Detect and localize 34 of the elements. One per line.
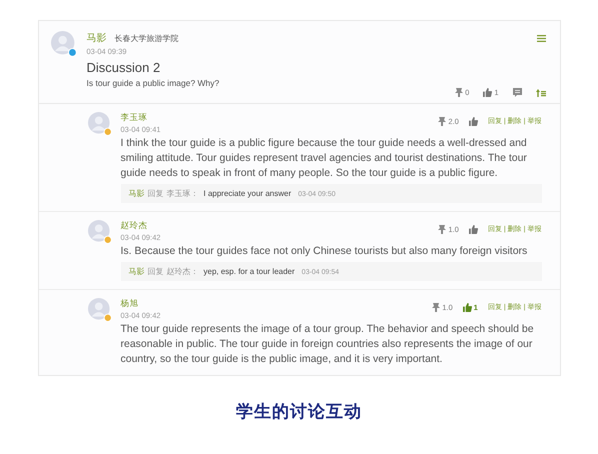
avatar bbox=[88, 112, 112, 136]
caption: 学生的讨论互动 bbox=[236, 401, 362, 423]
pin-icon bbox=[438, 116, 446, 126]
reply-target: 李玉琢： bbox=[166, 188, 198, 199]
reply-text: Is. Because the tour guides face not only Chinese tourists but also many foreign visitors bbox=[120, 244, 528, 259]
avatar bbox=[88, 220, 112, 244]
author-name[interactable]: 马影 bbox=[86, 31, 106, 45]
pin-icon bbox=[455, 88, 464, 97]
pin-icon bbox=[438, 224, 446, 234]
post-title: Discussion 2 bbox=[86, 60, 162, 75]
menu-icon[interactable] bbox=[536, 34, 546, 42]
thumbs-up-icon[interactable] bbox=[468, 224, 478, 234]
commenter-name[interactable]: 马影 bbox=[128, 188, 144, 199]
pin-icon bbox=[432, 302, 440, 312]
reply-text: The tour guide represents the image of a tour group. The behavior and speech should be reasonable in public. The tour guide in foreign countries also represents the image of our country, so the tour guide is the public image, and it is very important. bbox=[120, 322, 535, 367]
comment-icon[interactable] bbox=[512, 88, 522, 97]
author-name[interactable]: 杨旭 bbox=[120, 298, 161, 310]
author-name[interactable]: 赵玲杰 bbox=[120, 220, 161, 232]
reply-text: I think the tour guide is a public figure because the tour guide needs a well-dressed and smiling attitude. Tour guides represent travel agencies and tourist destinations. The tour guide needs to speak in front of many people. So the tour guide is a public figure. bbox=[120, 136, 528, 181]
sort-icon[interactable] bbox=[536, 88, 546, 96]
comment-text: yep, esp. for a tour leader bbox=[204, 267, 295, 276]
post-question: Is tour guide a public image? Why? bbox=[86, 78, 220, 88]
thumbs-up-icon[interactable] bbox=[462, 302, 472, 312]
avatar bbox=[50, 31, 76, 57]
school-name: 长春大学旅游学院 bbox=[114, 32, 178, 44]
reply-label: 回复 bbox=[148, 266, 164, 277]
author-name[interactable]: 李玉琢 bbox=[120, 112, 161, 124]
avatar bbox=[88, 298, 112, 322]
thumbs-up-icon[interactable] bbox=[468, 116, 478, 126]
reply-label: 回复 bbox=[148, 188, 164, 199]
comment-text: I appreciate your answer bbox=[204, 189, 292, 198]
thumbs-up-icon[interactable] bbox=[483, 88, 492, 97]
reply-target: 赵玲杰： bbox=[166, 266, 198, 277]
commenter-name[interactable]: 马影 bbox=[128, 266, 144, 277]
